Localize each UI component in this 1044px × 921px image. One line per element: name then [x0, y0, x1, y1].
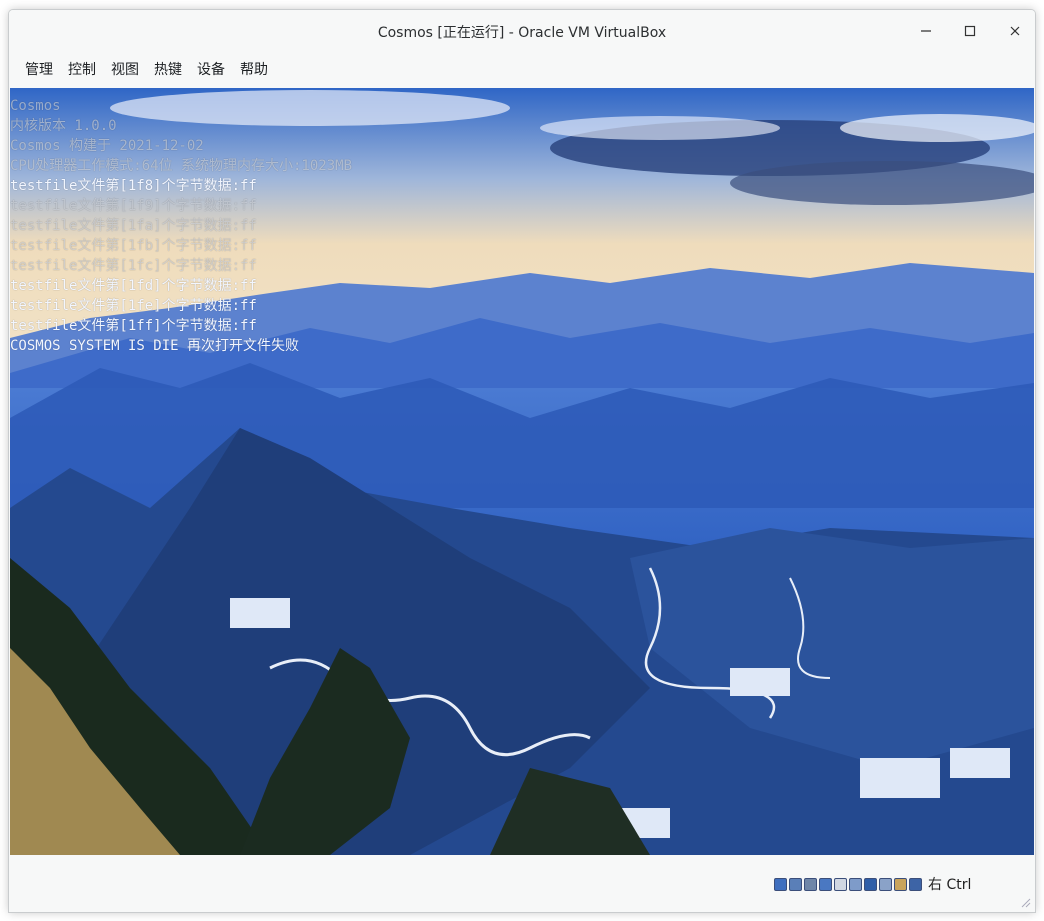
display-icon[interactable] — [864, 877, 877, 891]
console-line: testfile文件第[1f8]个字节数据:ff — [10, 178, 257, 194]
host-key-label: 右 Ctrl — [928, 877, 972, 893]
console-output: Cosmos 内核版本 1.0.0 Cosmos 构建于 2021-12-02 … — [10, 96, 352, 356]
console-line: testfile文件第[1fa]个字节数据:ff — [10, 218, 257, 234]
console-line: testfile文件第[1fc]个字节数据:ff — [10, 258, 257, 274]
menu-hotkey[interactable]: 热键 — [151, 57, 185, 81]
maximize-button[interactable] — [959, 20, 981, 42]
close-button[interactable] — [1004, 20, 1026, 42]
console-line: Cosmos — [10, 98, 61, 114]
title-bar[interactable]: Cosmos [正在运行] - Oracle VM VirtualBox — [9, 10, 1035, 52]
audio-icon[interactable] — [804, 877, 817, 891]
usb-icon[interactable] — [834, 877, 847, 891]
window-title: Cosmos [正在运行] - Oracle VM VirtualBox — [377, 25, 667, 41]
optical-drive-icon[interactable] — [789, 877, 802, 891]
close-icon — [1010, 26, 1020, 36]
menu-machine[interactable]: 管理 — [22, 57, 56, 81]
console-line: 内核版本 1.0.0 — [10, 118, 117, 134]
console-line: testfile文件第[1fe]个字节数据:ff — [10, 298, 257, 314]
console-error-line: COSMOS SYSTEM IS DIE 再次打开文件失败 — [10, 338, 300, 354]
network-icon[interactable] — [819, 877, 832, 891]
vm-display[interactable]: Cosmos 内核版本 1.0.0 Cosmos 构建于 2021-12-02 … — [10, 88, 1034, 855]
menu-help[interactable]: 帮助 — [237, 57, 271, 81]
recording-icon[interactable] — [879, 877, 892, 891]
menu-devices[interactable]: 设备 — [194, 57, 228, 81]
keyboard-capture-icon[interactable] — [909, 877, 922, 891]
console-line: Cosmos 构建于 2021-12-02 — [10, 138, 204, 154]
resize-grip-icon[interactable] — [1019, 896, 1031, 908]
console-line: testfile文件第[1f9]个字节数据:ff — [10, 198, 257, 214]
virtualbox-window: Cosmos [正在运行] - Oracle VM VirtualBox 管理 … — [9, 10, 1035, 912]
status-bar: 右 Ctrl — [9, 855, 1035, 912]
console-line: testfile文件第[1fd]个字节数据:ff — [10, 278, 257, 294]
menu-bar: 管理 控制 视图 热键 设备 帮助 — [9, 52, 1035, 86]
minimize-icon — [921, 30, 931, 32]
console-line: testfile文件第[1fb]个字节数据:ff — [10, 238, 257, 254]
menu-view[interactable]: 视图 — [108, 57, 142, 81]
console-line: CPU处理器工作模式:64位 系统物理内存大小:1023MB — [10, 158, 353, 174]
console-line: testfile文件第[1ff]个字节数据:ff — [10, 318, 257, 334]
device-tray: 右 Ctrl — [774, 875, 971, 893]
hard-disk-icon[interactable] — [774, 877, 787, 891]
shared-folders-icon[interactable] — [849, 877, 862, 891]
mouse-integration-icon[interactable] — [894, 877, 907, 891]
maximize-icon — [964, 25, 976, 37]
menu-control[interactable]: 控制 — [65, 57, 99, 81]
minimize-button[interactable] — [915, 20, 937, 42]
